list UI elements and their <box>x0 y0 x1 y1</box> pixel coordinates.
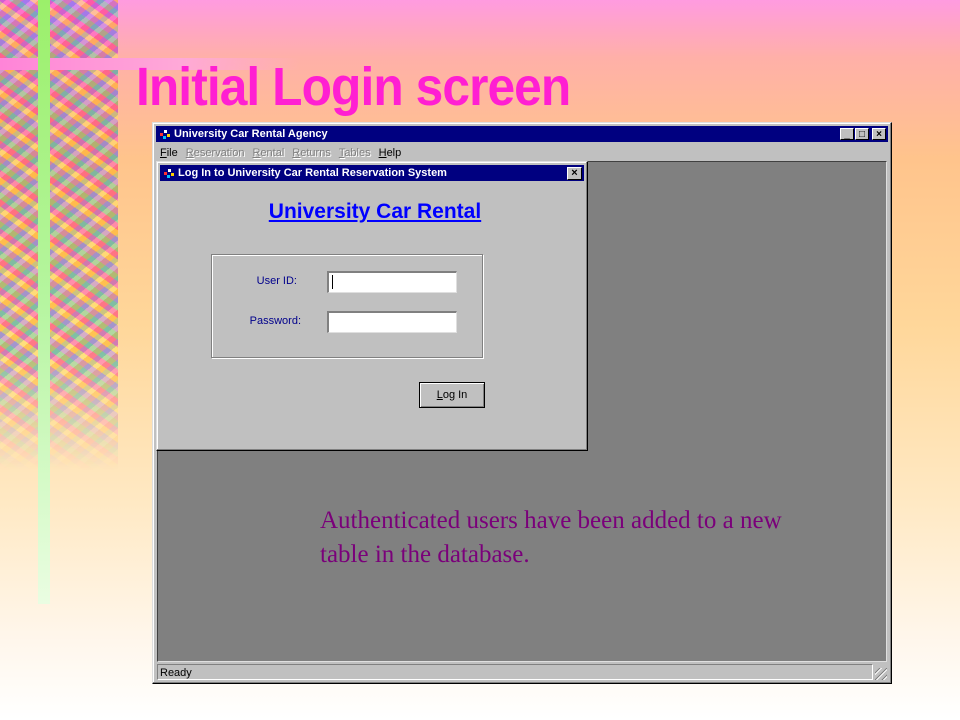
login-button[interactable]: Log In <box>419 382 485 408</box>
user-id-label: User ID: <box>256 275 297 287</box>
status-bar: Ready <box>157 664 887 680</box>
password-input[interactable] <box>327 311 457 333</box>
car-rental-app-icon <box>159 128 171 140</box>
app-title-bar[interactable]: University Car Rental Agency _ □ × <box>156 126 888 142</box>
text-caret <box>332 275 333 289</box>
menu-returns[interactable]: Returns <box>292 147 331 159</box>
menu-tables[interactable]: Tables <box>339 147 371 159</box>
maximize-button[interactable]: □ <box>855 128 869 140</box>
slide-title: Initial Login screen <box>136 57 571 117</box>
menu-help[interactable]: Help <box>379 147 402 159</box>
minimize-button[interactable]: _ <box>840 128 854 140</box>
menu-file[interactable]: File <box>160 147 178 159</box>
dialog-close-button[interactable]: × <box>567 166 582 180</box>
resize-grip-icon[interactable] <box>875 668 887 680</box>
user-id-input[interactable] <box>327 271 457 293</box>
dialog-heading: University Car Rental <box>268 200 482 223</box>
status-text: Ready <box>157 664 873 680</box>
dialog-title-bar[interactable]: Log In to University Car Rental Reservat… <box>160 165 584 181</box>
close-button[interactable]: × <box>872 128 886 140</box>
decorative-pattern-strip <box>0 0 118 470</box>
login-dialog: Log In to University Car Rental Reservat… <box>156 161 588 451</box>
password-label: Password: <box>249 315 301 327</box>
decorative-vertical-bar <box>38 0 50 604</box>
dialog-title: Log In to University Car Rental Reservat… <box>178 167 447 179</box>
menu-bar: File Reservation Rental Returns Tables H… <box>157 144 887 161</box>
annotation-text: Authenticated users have been added to a… <box>320 507 782 568</box>
menu-rental[interactable]: Rental <box>252 147 284 159</box>
app-window-title: University Car Rental Agency <box>174 128 328 140</box>
menu-reservation[interactable]: Reservation <box>186 147 245 159</box>
credentials-group-box <box>211 254 483 358</box>
car-rental-app-icon <box>163 167 175 179</box>
